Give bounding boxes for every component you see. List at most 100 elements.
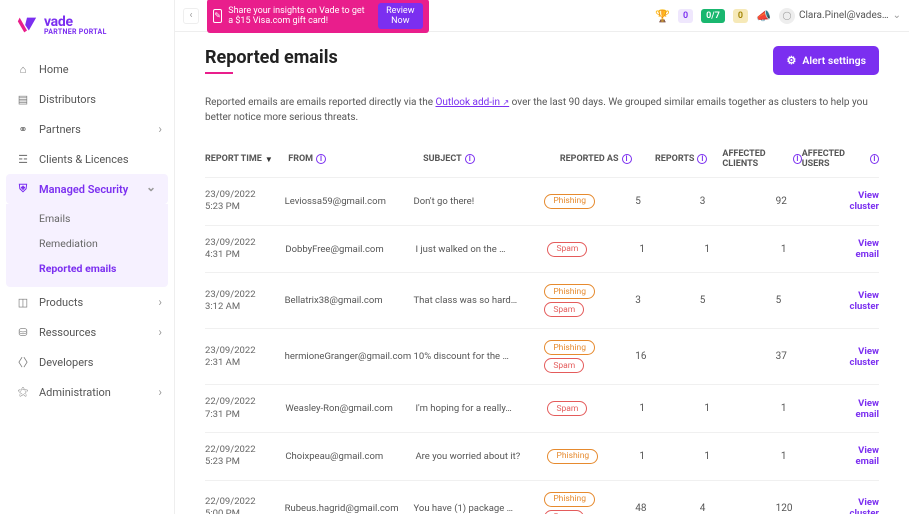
table-row: 23/09/20225:23 PMLeviossa59@gmail.comDon…: [205, 177, 879, 225]
sidebar: vade PARTNER PORTAL ⌂Home ▤Distributors …: [0, 0, 175, 514]
col-reported-as[interactable]: REPORTED ASi: [560, 149, 655, 169]
view-email-link[interactable]: View email: [856, 238, 879, 260]
cell-from: Bellatrix38@gmail.com: [285, 295, 414, 306]
announcement-icon[interactable]: 📣: [756, 9, 771, 23]
page-header: Reported emails Alert settings: [175, 32, 909, 85]
nav-emails[interactable]: Emails: [6, 206, 168, 231]
view-cluster-link[interactable]: View cluster: [850, 290, 880, 312]
developers-icon: 〈〉: [16, 355, 30, 369]
col-affected-users[interactable]: AFFECTED USERSi: [802, 149, 879, 169]
cell-clients: 3: [700, 196, 776, 207]
topbar: ‹ ✎ Share your insights on Vade to get a…: [175, 0, 909, 32]
table-row: 22/09/20225:23 PMChoixpeau@gmail.comAre …: [205, 432, 879, 480]
cell-users: 1: [781, 403, 856, 414]
tag-phishing: Phishing: [547, 449, 598, 464]
cell-from: Rubeus.hagrid@gmail.com: [285, 503, 414, 514]
cell-action: View cluster: [850, 497, 879, 514]
table-row: 23/09/20222:31 AMhermioneGranger@gmail.c…: [205, 328, 879, 384]
promo-icon: ✎: [213, 9, 222, 23]
cell-reported-as: Spam: [547, 242, 639, 257]
nav-products[interactable]: ◫Products: [0, 287, 174, 317]
info-icon[interactable]: i: [316, 154, 326, 164]
trophy-icon[interactable]: 🏆: [655, 9, 670, 23]
cell-action: View email: [856, 445, 879, 467]
cell-time: 22/09/20227:31 PM: [205, 396, 285, 421]
outlook-addin-link[interactable]: Outlook add-in ↗: [435, 97, 509, 108]
user-menu[interactable]: ◯ Clara.Pinel@vades…: [779, 8, 901, 24]
content: Reported emails are emails reported dire…: [175, 85, 909, 514]
cell-reported-as: Phishing: [547, 449, 639, 464]
cell-reports: 16: [635, 351, 699, 362]
cell-clients: 5: [700, 295, 776, 306]
tag-phishing: Phishing: [544, 340, 595, 355]
cell-time: 23/09/20224:31 PM: [205, 237, 285, 262]
home-icon: ⌂: [16, 62, 30, 76]
col-reports[interactable]: REPORTSi: [655, 149, 722, 169]
tag-spam: Spam: [547, 401, 587, 416]
avatar-icon: ◯: [779, 8, 795, 24]
promo-banner: ✎ Share your insights on Vade to get a $…: [207, 0, 429, 33]
view-cluster-link[interactable]: View cluster: [850, 190, 880, 212]
cell-reports: 1: [639, 451, 704, 462]
nav-partners[interactable]: ⚭Partners: [0, 114, 174, 144]
view-email-link[interactable]: View email: [856, 398, 879, 420]
cell-action: View email: [856, 238, 879, 260]
nav-managed-security[interactable]: ⛨Managed Security: [6, 174, 168, 204]
resources-icon: ⛁: [16, 325, 30, 339]
nav-remediation[interactable]: Remediation: [6, 231, 168, 256]
cell-clients: 4: [700, 503, 776, 514]
logo-icon: [16, 14, 38, 36]
logo[interactable]: vade PARTNER PORTAL: [0, 0, 174, 50]
col-subject[interactable]: SUBJECTi: [423, 149, 560, 169]
distributors-icon: ▤: [16, 92, 30, 106]
cell-subject: Are you worried about it?: [415, 451, 547, 462]
cell-from: hermioneGranger@gmail.com: [285, 351, 414, 362]
col-report-time[interactable]: REPORT TIME▼: [205, 149, 288, 169]
cell-reports: 5: [635, 196, 699, 207]
cell-clients: 1: [704, 244, 781, 255]
nav-home[interactable]: ⌂Home: [0, 54, 174, 84]
cell-time: 23/09/20222:31 AM: [205, 345, 285, 370]
cell-from: Leviossa59@gmail.com: [285, 196, 414, 207]
brand-name: vade: [44, 15, 107, 29]
nav-ressources[interactable]: ⛁Ressources: [0, 317, 174, 347]
badge-alerts[interactable]: 0: [733, 9, 748, 23]
nav-developers[interactable]: 〈〉Developers: [0, 347, 174, 377]
cell-action: View cluster: [850, 346, 879, 368]
nav-reported-emails[interactable]: Reported emails: [6, 256, 168, 281]
main: ‹ ✎ Share your insights on Vade to get a…: [175, 0, 909, 514]
cell-users: 1: [781, 451, 856, 462]
back-button[interactable]: ‹: [183, 8, 199, 24]
cell-users: 120: [776, 503, 850, 514]
nav-distributors[interactable]: ▤Distributors: [0, 84, 174, 114]
cell-reported-as: PhishingSpam: [544, 284, 635, 317]
cell-time: 22/09/20225:00 PM: [205, 496, 285, 514]
info-icon[interactable]: i: [793, 154, 802, 164]
view-email-link[interactable]: View email: [856, 445, 879, 467]
table-header: REPORT TIME▼ FROMi SUBJECTi REPORTED ASi…: [205, 141, 879, 177]
cell-subject: Don't go there!: [414, 196, 545, 207]
review-now-button[interactable]: Review Now: [378, 3, 423, 29]
cell-action: View email: [856, 398, 879, 420]
badge-progress[interactable]: 0/7: [701, 9, 725, 23]
products-icon: ◫: [16, 295, 30, 309]
cell-reports: 1: [639, 403, 704, 414]
col-from[interactable]: FROMi: [288, 149, 423, 169]
nav-administration[interactable]: ⚝Administration: [0, 377, 174, 407]
alert-settings-button[interactable]: Alert settings: [773, 46, 879, 75]
cell-reports: 1: [639, 244, 704, 255]
sort-desc-icon: ▼: [265, 155, 273, 164]
view-cluster-link[interactable]: View cluster: [850, 346, 880, 368]
view-cluster-link[interactable]: View cluster: [850, 497, 880, 514]
tag-spam: Spam: [544, 510, 584, 514]
info-icon[interactable]: i: [465, 154, 475, 164]
nav-clients[interactable]: ☲Clients & Licences: [0, 144, 174, 174]
admin-icon: ⚝: [16, 385, 30, 399]
info-icon[interactable]: i: [870, 154, 879, 164]
info-icon[interactable]: i: [622, 154, 632, 164]
badge-points[interactable]: 0: [678, 9, 693, 23]
cell-clients: 1: [704, 403, 781, 414]
info-icon[interactable]: i: [697, 154, 707, 164]
col-affected-clients[interactable]: AFFECTED CLIENTSi: [722, 149, 801, 169]
tag-phishing: Phishing: [544, 194, 595, 209]
